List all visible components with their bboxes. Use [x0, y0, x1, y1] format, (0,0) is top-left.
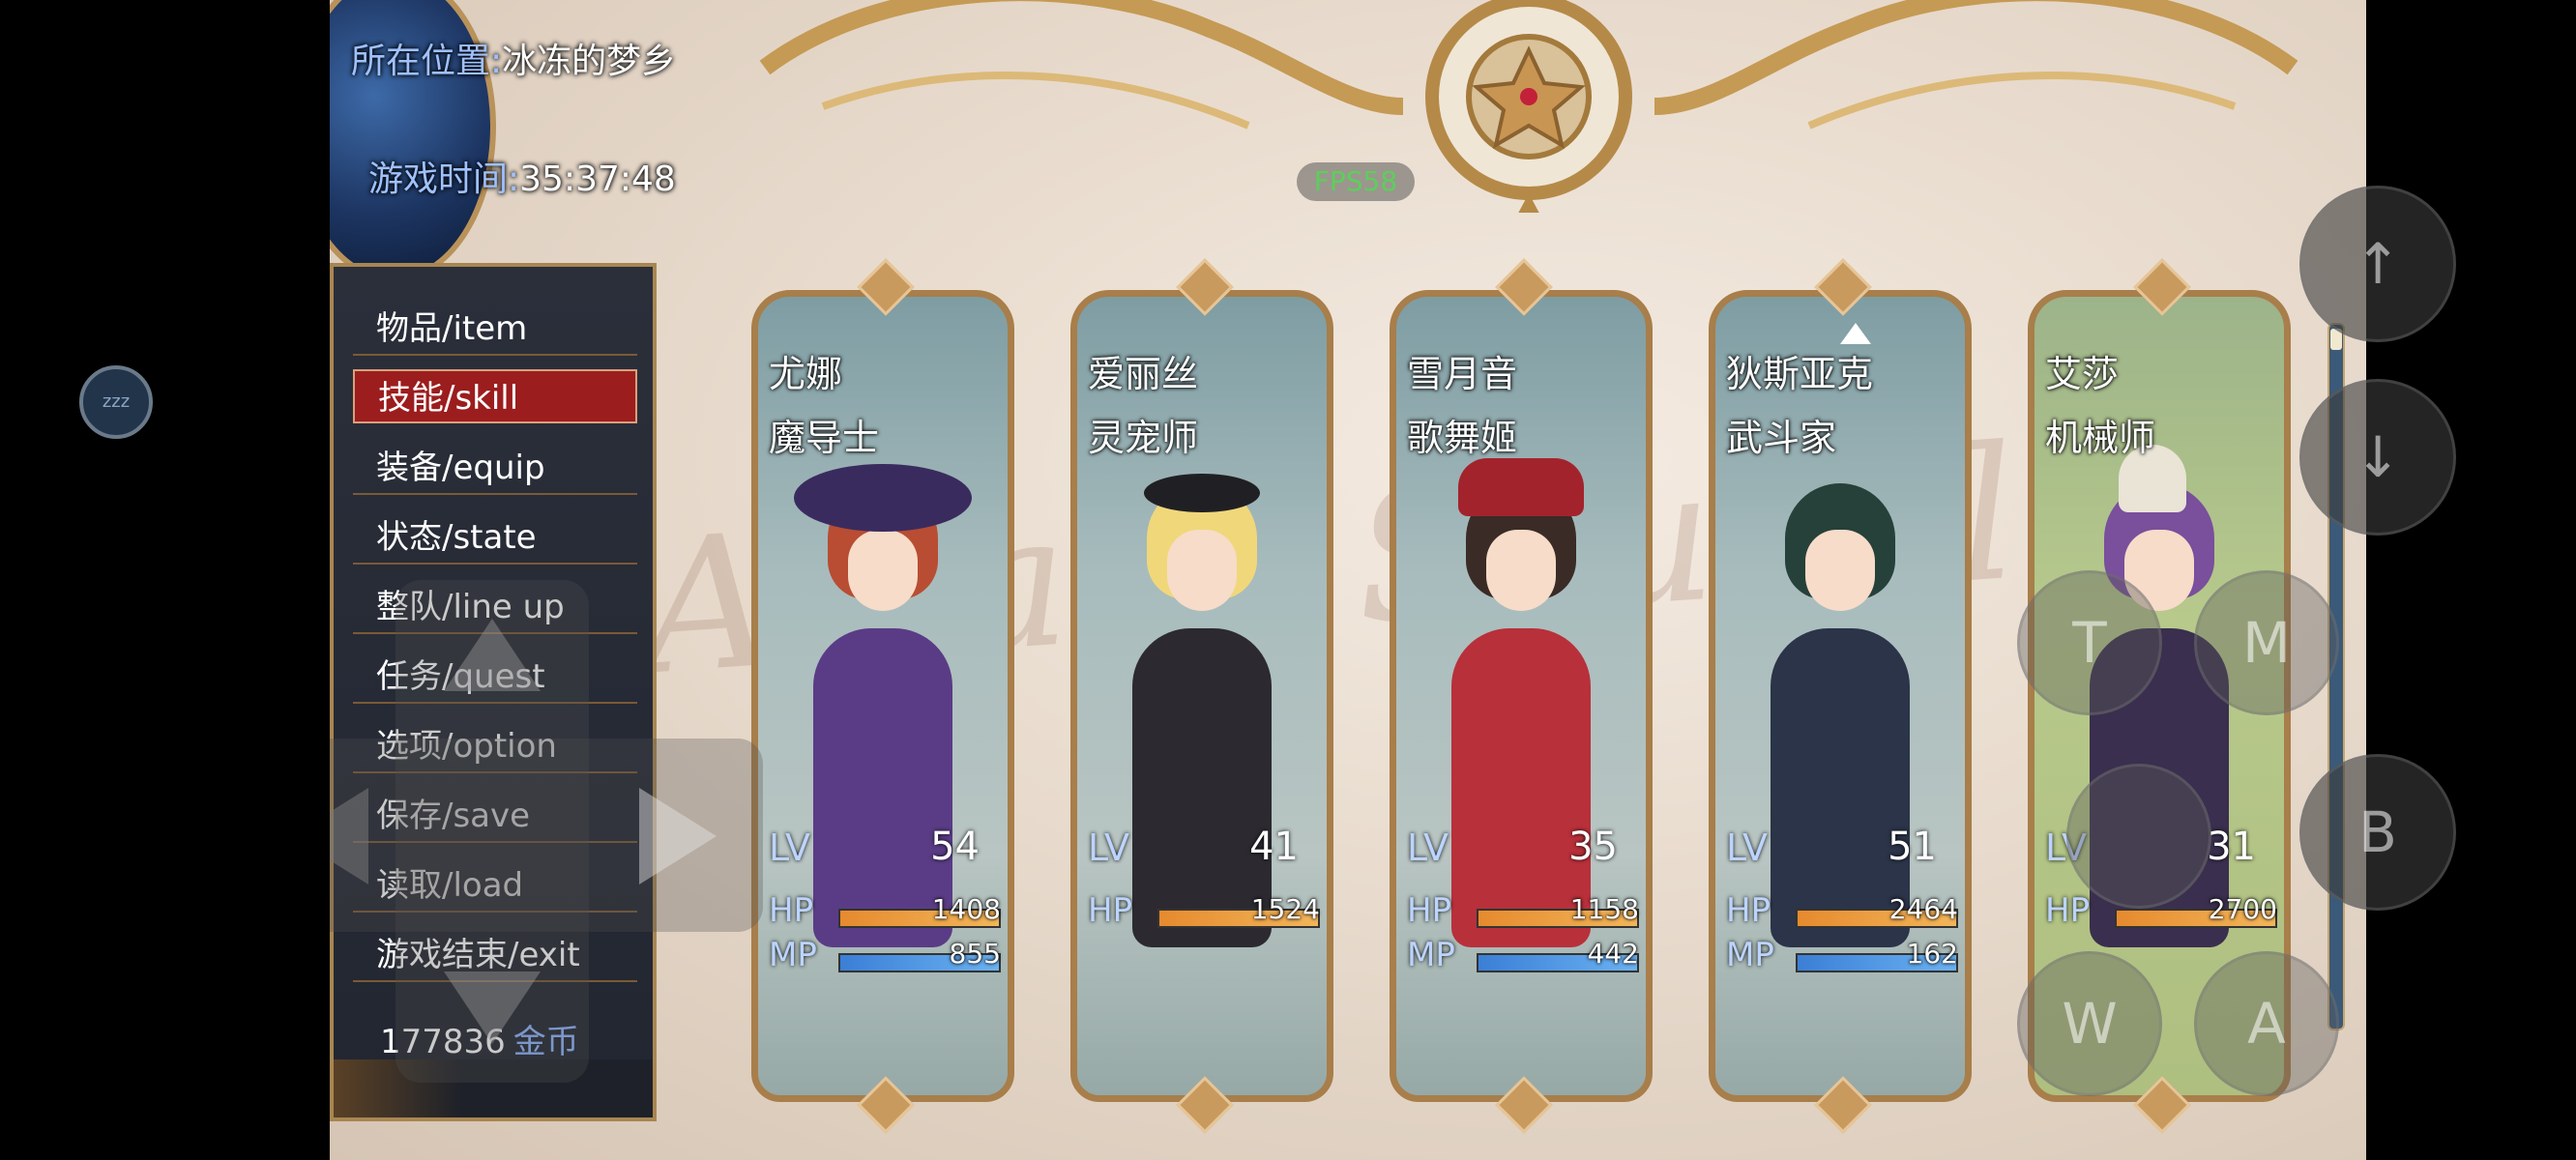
portrait-hat [794, 464, 972, 532]
party-card-3[interactable]: 雪月音 歌舞姬 LV 35 HP 1158 MP 442 [1376, 258, 1666, 1134]
hp-value: 1524 [1250, 893, 1320, 925]
a-button[interactable]: A [2194, 951, 2339, 1096]
floating-button-label: zzz [102, 392, 131, 412]
level-label: LV [1726, 826, 1768, 869]
menu-item-item[interactable]: 物品/item [353, 302, 637, 356]
hp-value: 2700 [2208, 893, 2277, 925]
t-button[interactable]: T [2017, 570, 2162, 715]
mp-label: MP [1726, 936, 1774, 974]
game-screen: Amanr Syuhel 所在位置:冰冻的梦乡 游戏时间:35:37:48 FP… [330, 0, 2366, 1160]
dpad-right-arrow-icon[interactable] [629, 783, 717, 889]
hp-value: 1408 [931, 893, 1001, 925]
level-value: 41 [1249, 825, 1299, 869]
party-card-1[interactable]: 尤娜 魔导士 LV 54 HP 1408 MP 855 [738, 258, 1028, 1134]
location-label: 所在位置: [351, 42, 503, 81]
play-time-readout: 游戏时间:35:37:48 [368, 151, 676, 201]
hp-row: HP 2464 [1726, 891, 1958, 930]
dpad-left-arrow-icon[interactable] [330, 783, 378, 889]
level-label: LV [1088, 826, 1129, 869]
b-button[interactable]: B [2299, 754, 2456, 911]
level-value: 51 [1888, 825, 1937, 869]
play-time-value: 35:37:48 [519, 160, 676, 199]
character-class: 武斗家 [1726, 417, 1837, 459]
hp-label: HP [769, 891, 814, 930]
dpad-up-arrow-icon[interactable] [439, 619, 545, 696]
page-down-button[interactable]: ↓ [2299, 379, 2456, 536]
character-class: 魔导士 [769, 417, 880, 459]
party-card-2[interactable]: 爱丽丝 灵宠师 LV 41 HP 1524 [1057, 258, 1347, 1134]
mp-row: MP 442 [1407, 936, 1639, 974]
menu-item-equip[interactable]: 装备/equip [353, 441, 637, 495]
menu-item-skill[interactable]: 技能/skill [353, 369, 637, 423]
menu-item-state[interactable]: 状态/state [353, 510, 637, 565]
hp-label: HP [1407, 891, 1452, 930]
hp-value: 2464 [1888, 893, 1958, 925]
mp-label: MP [1407, 936, 1455, 974]
portrait-face [848, 530, 918, 611]
hp-value: 1158 [1569, 893, 1639, 925]
level-value: 35 [1568, 825, 1618, 869]
portrait-face [1167, 530, 1237, 611]
dpad-down-arrow-icon[interactable] [439, 967, 545, 1044]
mp-value: 442 [1587, 938, 1639, 970]
selection-cursor-arrow-icon [1840, 323, 1871, 344]
character-class: 歌舞姬 [1407, 417, 1518, 459]
party-card-4[interactable]: 狄斯亚克 武斗家 LV 51 HP 2464 MP 162 [1695, 258, 1985, 1134]
mp-label: MP [769, 936, 817, 974]
portrait-face [1486, 530, 1556, 611]
location-value: 冰冻的梦乡 [502, 42, 677, 81]
character-class: 灵宠师 [1088, 417, 1199, 459]
m-button[interactable]: M [2194, 570, 2339, 715]
hp-row: HP 1408 [769, 891, 1001, 930]
hp-label: HP [2045, 891, 2091, 930]
character-name: 狄斯亚克 [1726, 353, 1874, 395]
character-name: 艾莎 [2045, 353, 2120, 395]
level-label: LV [1407, 826, 1449, 869]
center-action-button[interactable] [2066, 764, 2211, 909]
page-up-button[interactable]: ↑ [2299, 186, 2456, 342]
w-button[interactable]: W [2017, 951, 2162, 1096]
mp-row: MP 855 [769, 936, 1001, 974]
level-value: 54 [930, 825, 980, 869]
hp-row: HP 1158 [1407, 891, 1639, 930]
level-label: LV [769, 826, 810, 869]
mp-row: MP 162 [1726, 936, 1958, 974]
character-name: 尤娜 [769, 353, 843, 395]
character-portrait [1742, 454, 1939, 947]
fps-counter: FPS58 [1297, 162, 1415, 201]
play-time-label: 游戏时间: [368, 160, 520, 199]
character-portrait [1422, 454, 1620, 947]
character-name: 爱丽丝 [1088, 353, 1199, 395]
portrait-hat [1458, 458, 1584, 516]
hp-row: HP 1524 [1088, 891, 1320, 930]
character-name: 雪月音 [1407, 353, 1518, 395]
location-readout: 所在位置:冰冻的梦乡 [351, 33, 676, 83]
character-portrait [784, 454, 981, 947]
mp-value: 162 [1906, 938, 1958, 970]
hp-label: HP [1726, 891, 1771, 930]
portrait-face [1805, 530, 1875, 611]
hp-label: HP [1088, 891, 1133, 930]
floating-menu-button[interactable]: zzz [79, 365, 153, 439]
character-class: 机械师 [2045, 417, 2156, 459]
ornate-crest-decoration [759, 0, 2298, 213]
mp-value: 855 [949, 938, 1001, 970]
character-portrait [1103, 454, 1301, 947]
portrait-hat [1144, 474, 1260, 512]
level-value: 31 [2207, 825, 2256, 869]
